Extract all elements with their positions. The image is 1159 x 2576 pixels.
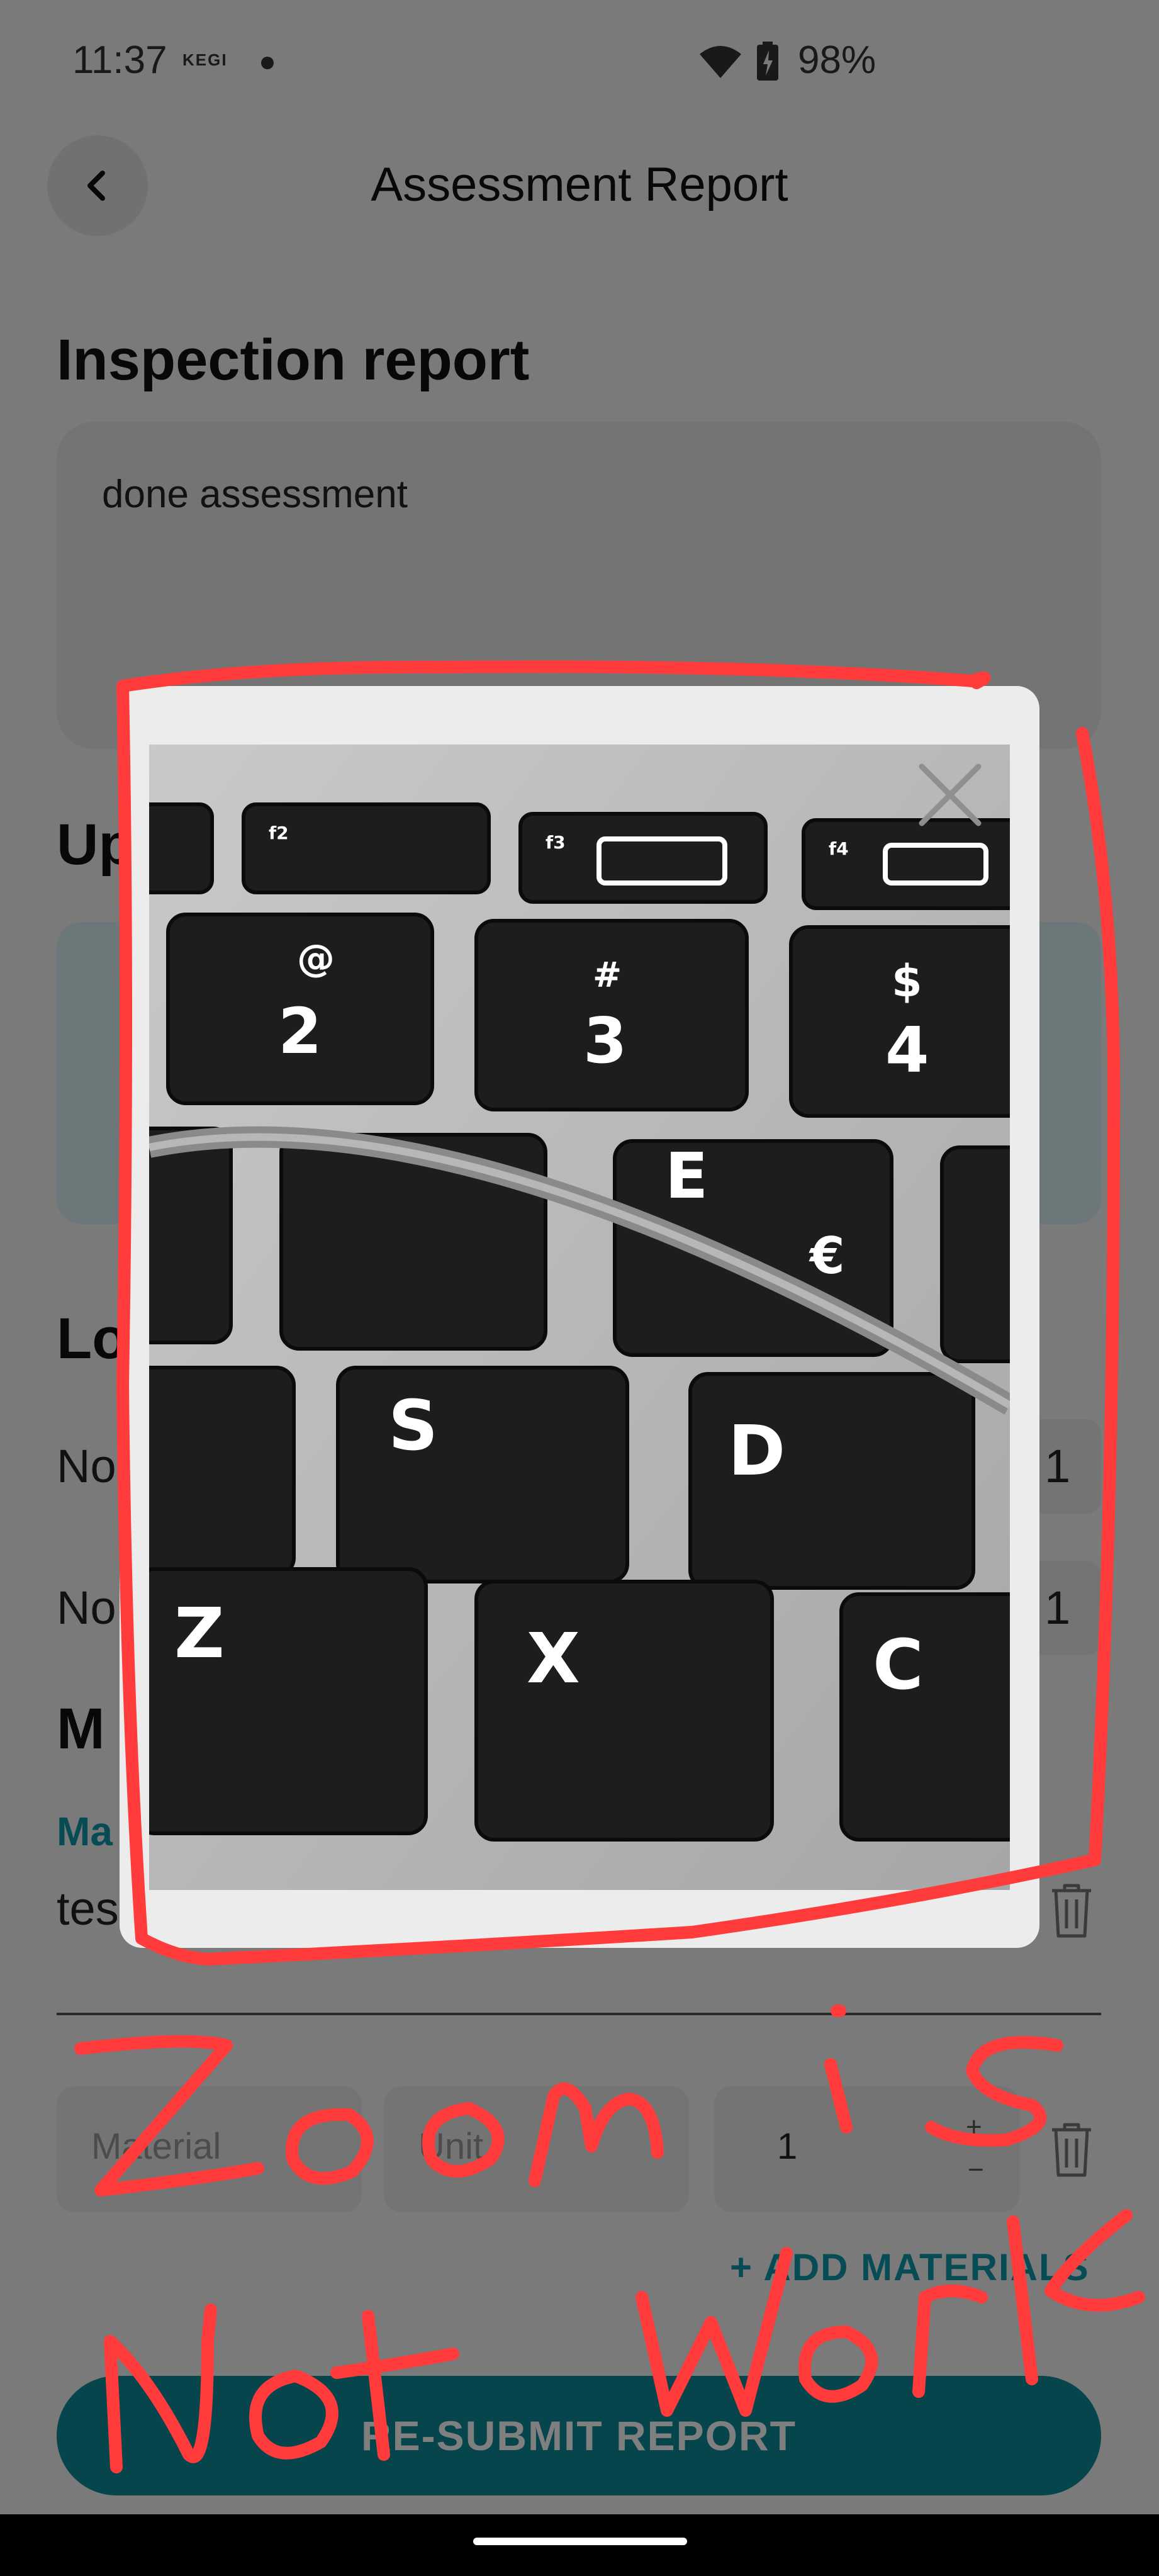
svg-text:2: 2 — [278, 994, 322, 1068]
svg-text:Z: Z — [174, 1593, 225, 1673]
home-handle[interactable] — [473, 2538, 687, 2545]
svg-text:X: X — [527, 1618, 580, 1699]
svg-text:E: E — [665, 1139, 708, 1213]
svg-text:S: S — [388, 1385, 438, 1466]
system-nav-bar — [0, 2514, 1159, 2576]
svg-text:3: 3 — [583, 1004, 627, 1077]
svg-text:D: D — [728, 1410, 785, 1491]
svg-text:#: # — [593, 955, 622, 995]
keyboard-photo: @ 2 # 3 $ 4 E € S D Z X C f2 f3 f4 — [149, 745, 1010, 1890]
svg-text:f3: f3 — [546, 832, 566, 853]
svg-text:4: 4 — [885, 1013, 929, 1087]
svg-text:f2: f2 — [269, 823, 289, 843]
svg-text:f4: f4 — [829, 838, 849, 859]
close-icon[interactable] — [915, 760, 985, 830]
svg-text:$: $ — [892, 955, 922, 1007]
svg-text:€: € — [809, 1227, 845, 1285]
svg-text:@: @ — [297, 936, 335, 981]
svg-text:C: C — [873, 1624, 924, 1705]
